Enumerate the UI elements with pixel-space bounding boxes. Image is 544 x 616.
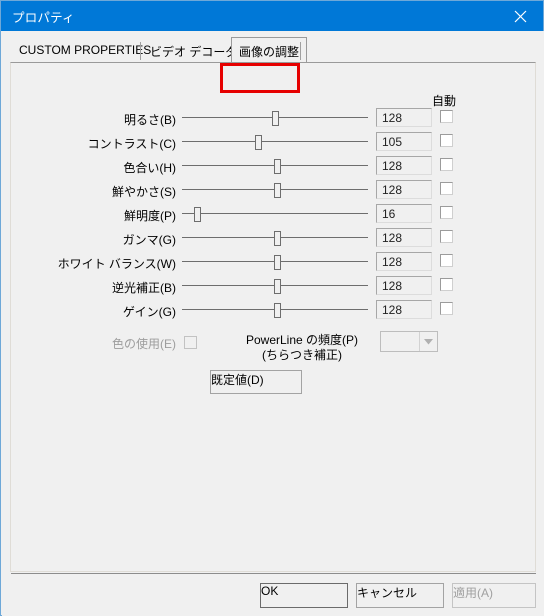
color-use-checkbox: [184, 336, 197, 349]
row-label-white-balance: ホワイト バランス(W): [57, 257, 176, 271]
slider-thumb[interactable]: [273, 279, 281, 294]
table-row: 鮮やかさ(S) 128: [2, 179, 544, 203]
value-input-sharpness[interactable]: 16: [376, 204, 432, 223]
table-row: ゲイン(G) 128: [2, 299, 544, 323]
table-row: 逆光補正(B) 128: [2, 275, 544, 299]
slider-hue[interactable]: [182, 155, 368, 179]
auto-checkbox-backlight-comp[interactable]: [440, 278, 453, 291]
color-use-label: 色の使用(E): [112, 337, 176, 351]
value-input-white-balance[interactable]: 128: [376, 252, 432, 271]
chevron-down-icon: [419, 332, 437, 351]
footer-divider: [11, 573, 536, 574]
auto-checkbox-sharpness[interactable]: [440, 206, 453, 219]
table-row: 色合い(H) 128: [2, 155, 544, 179]
powerline-frequency-label-line1: PowerLine の頻度(P): [245, 333, 359, 347]
apply-button: 適用(A): [452, 583, 536, 608]
slider-thumb[interactable]: [273, 231, 281, 246]
auto-checkbox-hue[interactable]: [440, 158, 453, 171]
row-label-backlight-comp: 逆光補正(B): [112, 281, 176, 295]
auto-checkbox-contrast[interactable]: [440, 134, 453, 147]
slider-white-balance[interactable]: [182, 251, 368, 275]
slider-brightness[interactable]: [182, 107, 368, 131]
slider-thumb[interactable]: [273, 303, 281, 318]
table-row: ホワイト バランス(W) 128: [2, 251, 544, 275]
value-input-gain[interactable]: 128: [376, 300, 432, 319]
value-input-hue[interactable]: 128: [376, 156, 432, 175]
ok-button[interactable]: OK: [260, 583, 348, 608]
window-title: プロパティ: [12, 11, 75, 25]
slider-gamma[interactable]: [182, 227, 368, 251]
powerline-frequency-label-line2: (ちらつき補正): [262, 348, 342, 362]
slider-backlight-comp[interactable]: [182, 275, 368, 299]
tab-image-adjust[interactable]: 画像の調整: [231, 37, 308, 63]
row-label-hue: 色合い(H): [123, 161, 176, 175]
auto-checkbox-brightness[interactable]: [440, 110, 453, 123]
slider-track: [182, 213, 368, 214]
table-row: 鮮明度(P) 16: [2, 203, 544, 227]
tab-separator-2: [300, 42, 301, 60]
auto-checkbox-saturation[interactable]: [440, 182, 453, 195]
slider-thumb[interactable]: [273, 255, 281, 270]
row-label-saturation: 鮮やかさ(S): [112, 185, 176, 199]
row-label-contrast: コントラスト(C): [87, 137, 176, 151]
tab-custom-properties[interactable]: CUSTOM PROPERTIES: [12, 40, 158, 62]
value-input-gamma[interactable]: 128: [376, 228, 432, 247]
powerline-frequency-dropdown: [380, 331, 438, 352]
close-icon: [514, 10, 526, 23]
auto-checkbox-gamma[interactable]: [440, 230, 453, 243]
default-values-button[interactable]: 既定値(D): [210, 370, 302, 394]
slider-thumb[interactable]: [272, 111, 279, 126]
slider-thumb[interactable]: [255, 135, 263, 150]
slider-thumb[interactable]: [193, 207, 201, 222]
value-input-brightness[interactable]: 128: [376, 108, 432, 127]
value-input-backlight-comp[interactable]: 128: [376, 276, 432, 295]
title-bar: プロパティ: [1, 1, 543, 31]
auto-checkbox-gain[interactable]: [440, 302, 453, 315]
value-input-saturation[interactable]: 128: [376, 180, 432, 199]
table-row: コントラスト(C) 105: [2, 131, 544, 155]
tab-separator-1: [140, 42, 141, 60]
slider-saturation[interactable]: [182, 179, 368, 203]
cancel-button[interactable]: キャンセル: [356, 583, 444, 608]
row-label-brightness: 明るさ(B): [124, 113, 176, 127]
slider-sharpness[interactable]: [182, 203, 368, 227]
properties-dialog-window: プロパティ CUSTOM PROPERTIES ビデオ デコーダー 画像の調整 …: [0, 0, 544, 616]
slider-thumb[interactable]: [273, 159, 281, 174]
auto-checkbox-white-balance[interactable]: [440, 254, 453, 267]
row-label-sharpness: 鮮明度(P): [124, 209, 176, 223]
powerline-frequency-label: PowerLine の頻度(P) (ちらつき補正): [230, 333, 374, 363]
tab-strip: CUSTOM PROPERTIES ビデオ デコーダー 画像の調整: [10, 36, 536, 63]
dialog-body: CUSTOM PROPERTIES ビデオ デコーダー 画像の調整 自動 明るさ…: [2, 31, 544, 616]
slider-contrast[interactable]: [182, 131, 368, 155]
row-label-gain: ゲイン(G): [122, 305, 176, 319]
slider-track: [182, 141, 368, 142]
slider-gain[interactable]: [182, 299, 368, 323]
slider-thumb[interactable]: [273, 183, 281, 198]
table-row: 明るさ(B) 128: [2, 107, 544, 131]
table-row: ガンマ(G) 128: [2, 227, 544, 251]
row-label-gamma: ガンマ(G): [122, 233, 176, 247]
close-button[interactable]: [497, 1, 543, 31]
value-input-contrast[interactable]: 105: [376, 132, 432, 151]
